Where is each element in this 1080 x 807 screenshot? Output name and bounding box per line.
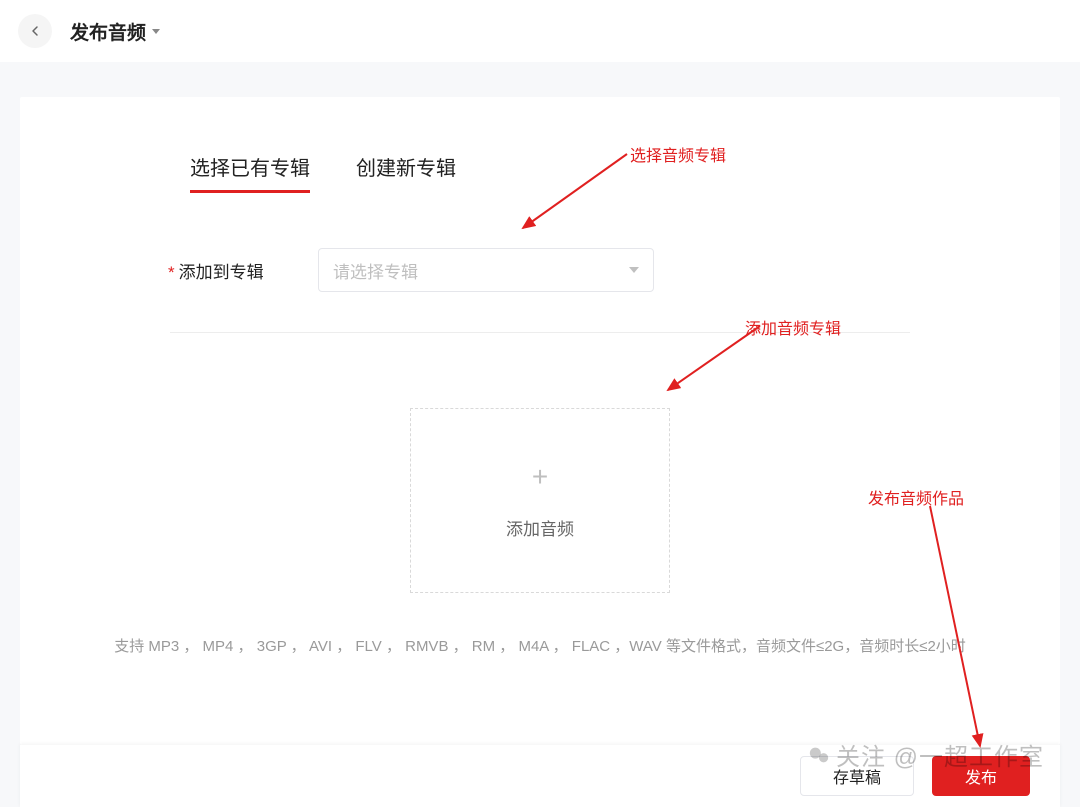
plus-icon: +	[532, 461, 548, 493]
required-asterisk: *	[168, 263, 175, 282]
label-add-to-album: *添加到专辑	[168, 258, 318, 283]
divider	[170, 332, 910, 333]
main-card: 选择已有专辑 创建新专辑 *添加到专辑 请选择专辑 + 添加音频 支持 MP3 …	[20, 97, 1060, 745]
publish-button[interactable]: 发布	[932, 756, 1030, 796]
upload-audio-dropzone[interactable]: + 添加音频	[410, 408, 670, 593]
select-placeholder: 请选择专辑	[333, 258, 418, 283]
arrow-left-icon	[27, 23, 43, 39]
select-album[interactable]: 请选择专辑	[318, 248, 654, 292]
page-title-dropdown[interactable]: 发布音频	[70, 18, 160, 45]
chevron-down-icon	[629, 267, 639, 273]
album-tabs: 选择已有专辑 创建新专辑	[20, 152, 1060, 193]
upload-label: 添加音频	[506, 515, 574, 540]
page-header: 发布音频	[0, 0, 1080, 62]
chevron-down-icon	[152, 29, 160, 34]
save-draft-button[interactable]: 存草稿	[800, 756, 914, 796]
tab-existing-album[interactable]: 选择已有专辑	[190, 152, 310, 193]
page-title: 发布音频	[70, 18, 146, 45]
footer-bar: 存草稿 发布	[20, 745, 1060, 807]
back-button[interactable]	[18, 14, 52, 48]
form-row-add-album: *添加到专辑 请选择专辑	[20, 248, 1060, 292]
tab-create-album[interactable]: 创建新专辑	[356, 152, 456, 193]
upload-hint: 支持 MP3 ， MP4 ， 3GP ， AVI ， FLV ， RMVB ， …	[20, 633, 1060, 662]
